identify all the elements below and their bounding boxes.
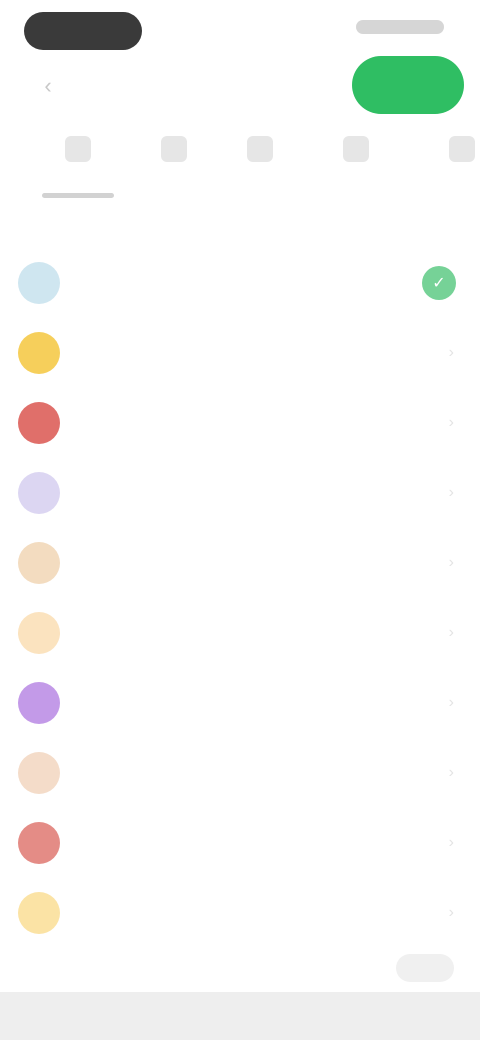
primary-action-button[interactable] <box>352 56 464 114</box>
category-icon <box>18 402 60 444</box>
tab-2[interactable] <box>126 130 222 202</box>
list-item[interactable]: › <box>0 528 480 598</box>
list-item[interactable]: › <box>0 668 480 738</box>
category-icon <box>18 682 60 724</box>
bottom-bar <box>0 992 480 1040</box>
chevron-right-icon: › <box>448 764 454 781</box>
tab-2-icon <box>161 136 187 162</box>
list-item[interactable]: ✓ <box>0 248 480 318</box>
tab-1[interactable] <box>30 130 126 202</box>
category-icon <box>18 332 60 374</box>
chevron-right-icon: › <box>448 344 454 361</box>
chevron-left-icon[interactable]: ‹ <box>34 72 62 100</box>
status-indicators <box>356 20 444 34</box>
chevron-right-icon: › <box>448 834 454 851</box>
tab-4[interactable] <box>308 130 404 202</box>
hint-text <box>34 214 234 230</box>
list-item[interactable]: › <box>0 458 480 528</box>
footer-chip[interactable] <box>396 954 454 982</box>
list-item[interactable]: › <box>0 318 480 388</box>
chevron-right-icon: › <box>448 904 454 921</box>
header: ‹ <box>0 56 480 120</box>
category-icon <box>18 822 60 864</box>
tab-5-icon <box>449 136 475 162</box>
tab-bar <box>0 130 480 202</box>
category-icon <box>18 542 60 584</box>
list-item[interactable]: › <box>0 388 480 458</box>
list-item[interactable]: › <box>0 808 480 878</box>
category-icon <box>18 752 60 794</box>
category-icon <box>18 262 60 304</box>
list-item[interactable]: › <box>0 738 480 808</box>
footer-note <box>34 954 454 982</box>
category-icon <box>18 612 60 654</box>
check-icon: ✓ <box>422 266 456 300</box>
chevron-right-icon: › <box>448 414 454 431</box>
status-bar <box>0 0 480 60</box>
tab-3[interactable] <box>212 130 308 202</box>
status-time-pill <box>24 12 142 50</box>
category-icon <box>18 472 60 514</box>
tab-4-icon <box>343 136 369 162</box>
chevron-right-icon: › <box>448 624 454 641</box>
category-icon <box>18 892 60 934</box>
list-item[interactable]: › <box>0 878 480 948</box>
chevron-right-icon: › <box>448 554 454 571</box>
tab-5[interactable] <box>414 130 480 202</box>
chevron-right-icon: › <box>448 694 454 711</box>
tab-3-icon <box>247 136 273 162</box>
list-item[interactable]: › <box>0 598 480 668</box>
chevron-right-icon: › <box>448 484 454 501</box>
tab-1-icon <box>65 136 91 162</box>
